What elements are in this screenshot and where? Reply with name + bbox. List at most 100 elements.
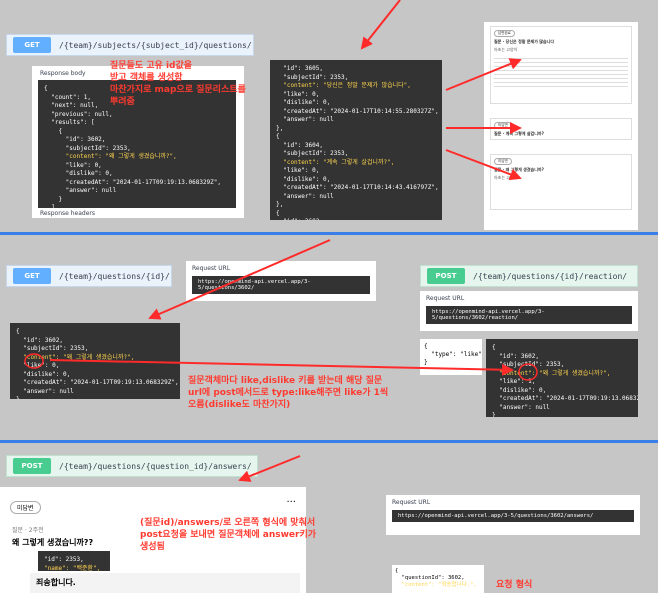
json-line: "answer": null — [492, 403, 550, 411]
card-tag: 미답변 — [494, 158, 512, 165]
json-line: "name": "백준환", — [44, 564, 101, 572]
card-author: 아초는 고양이 — [494, 47, 518, 52]
json-line: "content": "죄송합니다.", — [395, 582, 477, 588]
response-body-label: Response body — [40, 70, 86, 77]
json-line: "id": 3602, — [276, 218, 436, 220]
json-line: "answer": null — [276, 192, 334, 200]
json-line: "id": 3605, — [276, 65, 323, 72]
json-line: { — [16, 328, 20, 335]
subject-snippet-json: "id": 2353, "name": "백준환", — [38, 551, 110, 571]
question-meta: 질문 · 2주전 — [12, 527, 44, 534]
more-icon[interactable]: ··· — [286, 497, 296, 508]
json-line: "like": 0, — [276, 167, 320, 174]
json-line: "createdAt": "2024-01-17T09:19:13.068329… — [499, 395, 638, 402]
answers-url-panel: Request URL https://openmind-api.vercel.… — [386, 495, 640, 535]
question-card-1[interactable]: 답변완료 질문 · 당신은 정말 문제가 많습니다 아초는 고양이 — [490, 26, 632, 104]
json-line: "createdAt": "2024-01-17T10:14:43.416797… — [276, 184, 439, 191]
endpoint-get-question[interactable]: GET /{team}/questions/{id}/ — [6, 265, 172, 287]
json-line: "id": 3602, — [16, 336, 63, 344]
endpoint-path: /{team}/questions/{question_id}/answers/ — [59, 461, 252, 471]
question-card-3[interactable]: 미답변 질문 · 왜 그렇게 생겼습니까? 아초는 고양이 — [490, 154, 632, 210]
json-line: { — [424, 343, 428, 350]
section-questions-list: GET /{team}/subjects/{subject_id}/questi… — [0, 0, 658, 232]
json-line: { — [276, 209, 280, 217]
method-badge: GET — [13, 37, 51, 53]
reaction-url-panel: Request URL https://openmind-api.vercel.… — [420, 291, 638, 331]
json-line: "id": 3604, — [276, 141, 323, 149]
section-reaction: GET /{team}/questions/{id}/ Request URL … — [0, 235, 658, 440]
json-line: "like": 1, — [492, 378, 536, 385]
request-body-json: { "type": "like"} — [420, 339, 482, 375]
json-line: } — [44, 195, 63, 203]
reacted-question-json: { "id": 3602, "subjectId": 2353, "conten… — [486, 339, 638, 417]
request-url-panel: Request URL https://openmind-api.vercel.… — [186, 261, 376, 301]
json-line: "content": "왜 그렇게 생겼습니까?", — [492, 369, 611, 377]
json-line: "subjectId": 2353, — [44, 144, 131, 152]
json-line: "content": "왜 그렇게 생겼습니까?", — [44, 153, 177, 160]
question-title: 왜 그렇게 생겼습니까?? — [12, 538, 94, 547]
endpoint-post-answers[interactable]: POST /{team}/questions/{question_id}/ans… — [6, 455, 258, 477]
endpoint-path: /{team}/questions/{id}/ — [59, 271, 170, 281]
json-line: "createdAt": "2024-01-17T09:19:13.068329… — [16, 379, 179, 386]
annotation-answers: (질문id)/answers/로 오른쪽 형식에 맞춰서 post요청을 보내면… — [140, 518, 317, 552]
json-line: "content": "당신은 정말 문제가 많습니다", — [276, 82, 411, 89]
section-answers: POST /{team}/questions/{question_id}/ans… — [0, 443, 658, 593]
answer-request-body: { "questionId": 3602, "content": "죄송합니다.… — [392, 565, 484, 593]
endpoint-path: /{team}/questions/{id}/reaction/ — [473, 271, 628, 281]
json-line: "questionId": 3602, — [395, 575, 465, 581]
json-line: "dislike": 0, — [44, 170, 113, 177]
json-line: } — [492, 412, 496, 417]
request-url-value[interactable]: https://openmind-api.vercel.app/3-5/ques… — [392, 510, 634, 522]
json-line: "dislike": 0, — [16, 370, 71, 378]
json-line: "type": "like" — [424, 351, 482, 358]
json-line: "dislike": 0, — [276, 175, 331, 183]
json-line: }, — [276, 124, 284, 132]
json-line: "answer": null — [16, 387, 74, 395]
json-line: "content": "왜 그렇게 생겼습니까?", — [16, 353, 135, 361]
json-line: ] — [44, 204, 55, 208]
card-tag: 미답변 — [494, 122, 512, 129]
endpoint-post-reaction[interactable]: POST /{team}/questions/{id}/reaction/ — [420, 265, 638, 287]
card-answer-text — [494, 55, 628, 89]
method-badge: POST — [13, 458, 51, 474]
json-line: "like": 0, — [16, 362, 60, 369]
json-line: "like": 0, — [44, 161, 102, 169]
method-badge: POST — [427, 268, 465, 284]
json-line: "like": 0, — [276, 90, 320, 98]
question-card-2[interactable]: 미답변 질문 · 계속 그렇게 살겁니까? — [490, 118, 632, 140]
endpoint-get-questions[interactable]: GET /{team}/subjects/{subject_id}/questi… — [6, 34, 254, 56]
json-line: "subjectId": 2353, — [16, 345, 89, 352]
question-json: { "id": 3602, "subjectId": 2353, "conten… — [10, 323, 180, 399]
json-line: "results": [ — [44, 119, 95, 126]
json-line: { — [492, 344, 496, 351]
card-author: 아초는 고양이 — [494, 175, 518, 180]
json-line: "dislike": 0, — [492, 386, 547, 394]
json-line: "previous": null, — [44, 110, 113, 118]
json-line: }, — [276, 201, 284, 208]
ui-preview-panel: 답변완료 질문 · 당신은 정말 문제가 많습니다 아초는 고양이 미답변 질문… — [484, 22, 638, 230]
request-url-label: Request URL — [192, 265, 231, 272]
status-badge: 미답변 — [10, 501, 41, 514]
annotation-format: 요청 형식 — [496, 580, 533, 590]
json-line: "id": 2353, — [44, 556, 84, 563]
card-question: 질문 · 왜 그렇게 생겼습니까? — [494, 167, 544, 172]
json-line: "dislike": 0, — [276, 99, 331, 106]
middle-json-list: "id": 3605, "subjectId": 2353, "content"… — [270, 60, 442, 220]
request-url-value[interactable]: https://openmind-api.vercel.app/3-5/ques… — [426, 306, 632, 324]
answer-text: 죄송합니다. — [30, 573, 300, 593]
json-line: "createdAt": "2024-01-17T10:14:55.280327… — [276, 107, 439, 115]
json-line: } — [424, 359, 428, 366]
response-headers-label: Response headers — [40, 210, 95, 217]
json-line: "id": 3602, — [44, 136, 106, 143]
request-url-label: Request URL — [392, 499, 431, 506]
card-tag: 답변완료 — [494, 30, 515, 37]
card-question: 질문 · 계속 그렇게 살겁니까? — [494, 131, 544, 136]
json-line: { — [276, 133, 280, 140]
json-line: { — [44, 127, 63, 135]
json-line: "answer": null — [276, 116, 334, 123]
json-line: "subjectId": 2353, — [492, 361, 565, 368]
json-line: { — [395, 568, 399, 574]
request-url-label: Request URL — [426, 295, 465, 302]
request-url-value[interactable]: https://openmind-api.vercel.app/3-5/ques… — [192, 276, 370, 294]
json-line: "subjectId": 2353, — [276, 150, 349, 157]
